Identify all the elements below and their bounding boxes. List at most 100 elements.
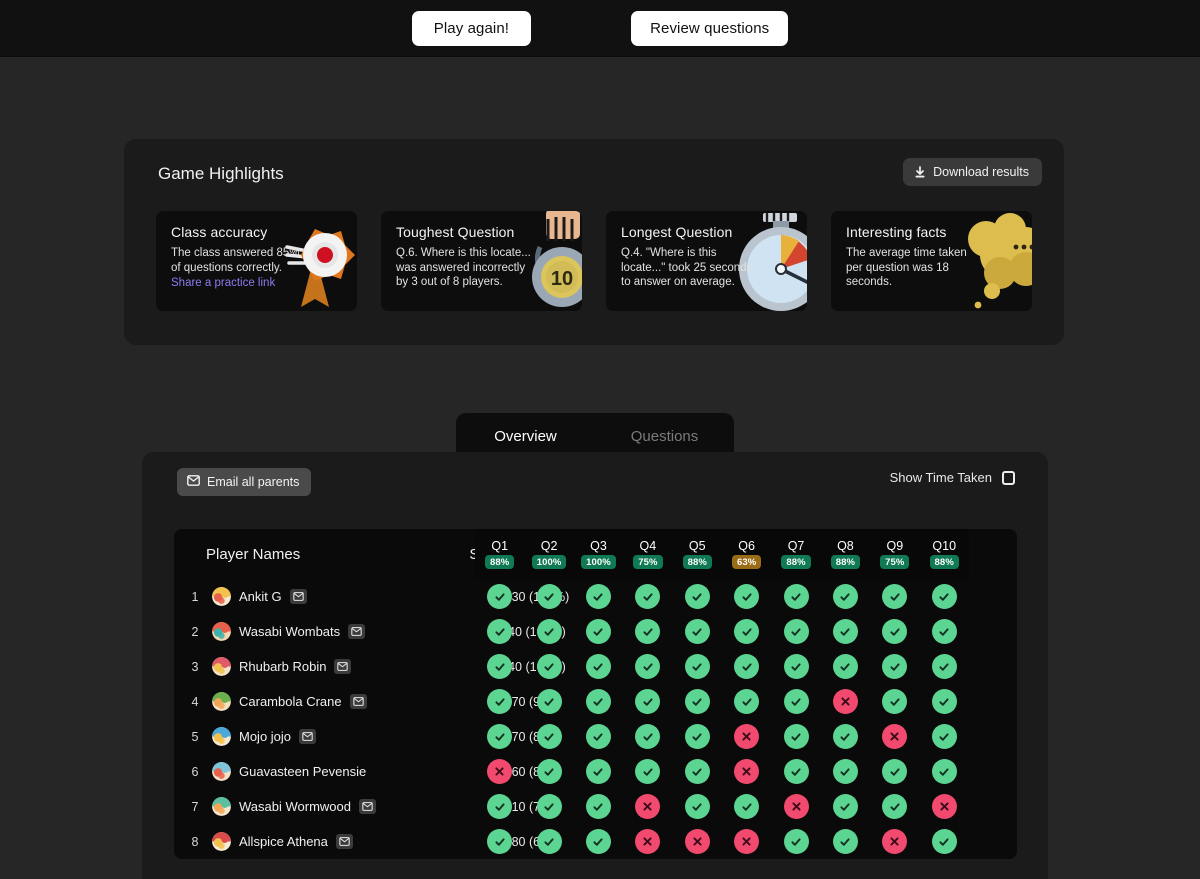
answer-cell[interactable] bbox=[870, 654, 919, 679]
answer-cell[interactable] bbox=[673, 829, 722, 854]
question-column-header[interactable]: Q6 63% bbox=[722, 539, 771, 569]
answer-cell[interactable] bbox=[870, 724, 919, 749]
answer-cell[interactable] bbox=[722, 829, 771, 854]
answer-cell[interactable] bbox=[771, 619, 820, 644]
tab-overview[interactable]: Overview bbox=[456, 428, 595, 454]
email-parent-icon[interactable] bbox=[358, 799, 376, 814]
answer-cell[interactable] bbox=[920, 654, 969, 679]
question-column-header[interactable]: Q9 75% bbox=[870, 539, 919, 569]
download-results-button[interactable]: Download results bbox=[903, 158, 1042, 186]
answer-cell[interactable] bbox=[574, 584, 623, 609]
answer-cell[interactable] bbox=[821, 654, 870, 679]
question-column-header[interactable]: Q7 88% bbox=[771, 539, 820, 569]
play-again-button[interactable]: Play again! bbox=[411, 10, 532, 46]
answer-cell[interactable] bbox=[821, 619, 870, 644]
answer-cell[interactable] bbox=[574, 654, 623, 679]
question-column-header[interactable]: Q10 88% bbox=[920, 539, 969, 569]
table-row[interactable]: 4 Carambola Crane 8270 (90%) bbox=[174, 684, 1017, 719]
highlight-card-longest-question[interactable]: Longest Question Q.4. "Where is this loc… bbox=[606, 211, 807, 311]
answer-cell[interactable] bbox=[920, 759, 969, 784]
answer-cell[interactable] bbox=[722, 794, 771, 819]
answer-cell[interactable] bbox=[821, 584, 870, 609]
answer-cell[interactable] bbox=[524, 584, 573, 609]
answer-cell[interactable] bbox=[920, 584, 969, 609]
answer-cell[interactable] bbox=[524, 829, 573, 854]
answer-cell[interactable] bbox=[623, 724, 672, 749]
answer-cell[interactable] bbox=[475, 794, 524, 819]
highlight-card-toughest-question[interactable]: Toughest Question Q.6. Where is this loc… bbox=[381, 211, 582, 311]
answer-cell[interactable] bbox=[920, 724, 969, 749]
table-row[interactable]: 8 Allspice Athena 5180 (60%) bbox=[174, 824, 1017, 859]
email-parent-icon[interactable] bbox=[289, 589, 307, 604]
email-parent-icon[interactable] bbox=[334, 659, 352, 674]
email-parent-icon[interactable] bbox=[299, 729, 317, 744]
answer-cell[interactable] bbox=[870, 829, 919, 854]
answer-cell[interactable] bbox=[771, 759, 820, 784]
review-questions-button[interactable]: Review questions bbox=[631, 10, 789, 46]
answer-cell[interactable] bbox=[623, 654, 672, 679]
answer-cell[interactable] bbox=[771, 584, 820, 609]
answer-cell[interactable] bbox=[771, 724, 820, 749]
answer-cell[interactable] bbox=[821, 759, 870, 784]
answer-cell[interactable] bbox=[623, 584, 672, 609]
answer-cell[interactable] bbox=[722, 724, 771, 749]
email-parent-icon[interactable] bbox=[335, 834, 353, 849]
answer-cell[interactable] bbox=[623, 689, 672, 714]
answer-cell[interactable] bbox=[870, 794, 919, 819]
email-all-parents-button[interactable]: Email all parents bbox=[177, 468, 312, 496]
answer-cell[interactable] bbox=[475, 619, 524, 644]
question-column-header[interactable]: Q3 100% bbox=[574, 539, 623, 569]
table-row[interactable]: 2 Wasabi Wombats 9740 (100%) bbox=[174, 614, 1017, 649]
answer-cell[interactable] bbox=[821, 724, 870, 749]
question-column-header[interactable]: Q1 88% bbox=[475, 539, 524, 569]
answer-cell[interactable] bbox=[771, 829, 820, 854]
answer-cell[interactable] bbox=[673, 794, 722, 819]
answer-cell[interactable] bbox=[920, 829, 969, 854]
table-row[interactable]: 6 Guavasteen Pevensie 6560 (80%) bbox=[174, 754, 1017, 789]
answer-cell[interactable] bbox=[722, 689, 771, 714]
answer-cell[interactable] bbox=[475, 829, 524, 854]
answer-cell[interactable] bbox=[673, 724, 722, 749]
answer-cell[interactable] bbox=[920, 619, 969, 644]
answer-cell[interactable] bbox=[673, 689, 722, 714]
answer-cell[interactable] bbox=[623, 759, 672, 784]
show-time-taken-checkbox[interactable] bbox=[1002, 470, 1015, 485]
question-column-header[interactable]: Q2 100% bbox=[524, 539, 573, 569]
answer-cell[interactable] bbox=[771, 689, 820, 714]
answer-cell[interactable] bbox=[821, 829, 870, 854]
answer-cell[interactable] bbox=[524, 689, 573, 714]
tab-questions[interactable]: Questions bbox=[595, 428, 734, 454]
answer-cell[interactable] bbox=[920, 794, 969, 819]
answer-cell[interactable] bbox=[475, 584, 524, 609]
answer-cell[interactable] bbox=[524, 794, 573, 819]
share-practice-link[interactable]: Share a practice link bbox=[171, 276, 306, 291]
table-row[interactable]: 7 Wasabi Wormwood 6310 (70%) bbox=[174, 789, 1017, 824]
question-column-header[interactable]: Q4 75% bbox=[623, 539, 672, 569]
answer-cell[interactable] bbox=[673, 759, 722, 784]
answer-cell[interactable] bbox=[870, 689, 919, 714]
table-row[interactable]: 5 Mojo jojo 7670 (80%) bbox=[174, 719, 1017, 754]
show-time-taken-toggle[interactable]: Show Time Taken bbox=[890, 470, 1015, 485]
answer-cell[interactable] bbox=[574, 619, 623, 644]
answer-cell[interactable] bbox=[574, 759, 623, 784]
answer-cell[interactable] bbox=[623, 619, 672, 644]
answer-cell[interactable] bbox=[574, 724, 623, 749]
answer-cell[interactable] bbox=[673, 584, 722, 609]
answer-cell[interactable] bbox=[475, 759, 524, 784]
answer-cell[interactable] bbox=[722, 619, 771, 644]
question-column-header[interactable]: Q8 88% bbox=[821, 539, 870, 569]
answer-cell[interactable] bbox=[821, 794, 870, 819]
email-parent-icon[interactable] bbox=[349, 694, 367, 709]
answer-cell[interactable] bbox=[673, 619, 722, 644]
answer-cell[interactable] bbox=[574, 829, 623, 854]
answer-cell[interactable] bbox=[623, 794, 672, 819]
email-parent-icon[interactable] bbox=[348, 624, 366, 639]
highlight-card-class-accuracy[interactable]: Class accuracy The class answered 85% of… bbox=[156, 211, 357, 311]
answer-cell[interactable] bbox=[475, 654, 524, 679]
question-column-header[interactable]: Q5 88% bbox=[673, 539, 722, 569]
answer-cell[interactable] bbox=[920, 689, 969, 714]
answer-cell[interactable] bbox=[771, 794, 820, 819]
highlight-card-interesting-facts[interactable]: Interesting facts The average time taken… bbox=[831, 211, 1032, 311]
answer-cell[interactable] bbox=[821, 689, 870, 714]
table-row[interactable]: 3 Rhubarb Robin 8840 (100%) bbox=[174, 649, 1017, 684]
